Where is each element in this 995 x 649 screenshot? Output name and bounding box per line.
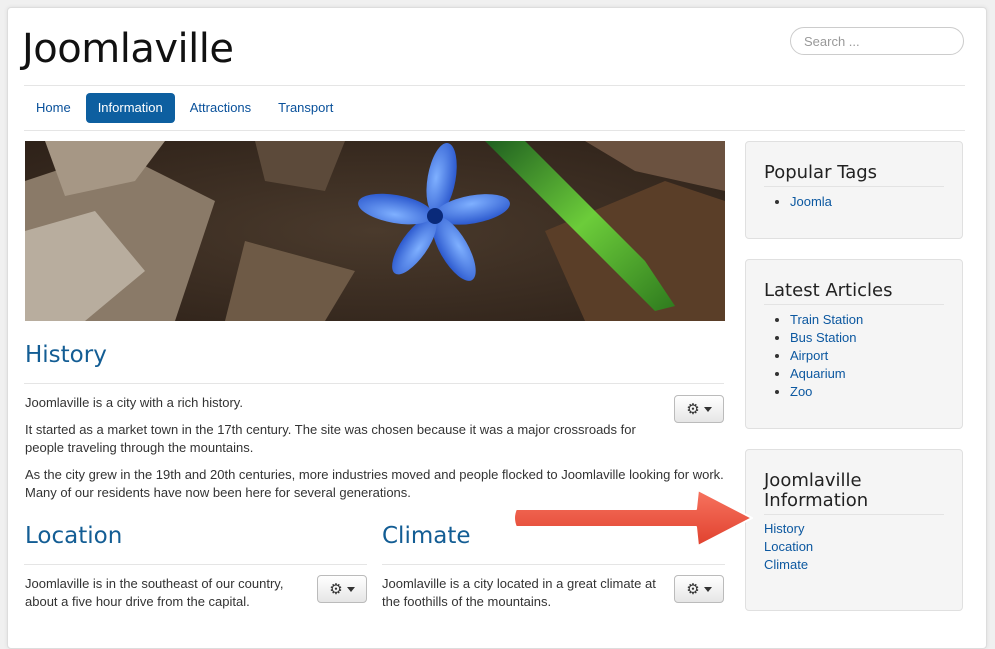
nav-item-attractions[interactable]: Attractions — [178, 93, 263, 123]
article-link-airport[interactable]: Airport — [790, 348, 828, 363]
module-divider — [764, 514, 944, 515]
location-heading[interactable]: Location — [25, 523, 122, 549]
nav-item-home[interactable]: Home — [24, 93, 83, 123]
module-divider — [764, 186, 944, 187]
module-divider — [764, 304, 944, 305]
nav-item-information[interactable]: Information — [85, 93, 175, 123]
article-link-zoo[interactable]: Zoo — [790, 384, 812, 399]
info-module: Joomlaville Information History Location… — [745, 449, 963, 611]
climate-divider — [382, 564, 725, 565]
info-links-list: History Location Climate — [764, 520, 813, 574]
location-paragraph: Joomlaville is in the southeast of our c… — [25, 576, 284, 609]
tag-link-joomla[interactable]: Joomla — [790, 194, 832, 209]
location-actions-button[interactable]: ⚙ — [317, 575, 367, 603]
climate-paragraph: Joomlaville is a city located in a great… — [382, 576, 656, 609]
chevron-down-icon — [703, 586, 712, 592]
climate-actions-button[interactable]: ⚙ — [674, 575, 724, 603]
nav-item-transport[interactable]: Transport — [266, 93, 345, 123]
history-divider — [24, 383, 724, 384]
location-divider — [24, 564, 367, 565]
list-item: Location — [764, 538, 813, 556]
list-item: Joomla — [790, 193, 832, 211]
history-paragraph-1: Joomlaville is a city with a rich histor… — [25, 395, 243, 410]
gear-icon: ⚙ — [329, 581, 343, 598]
list-item: Train Station — [790, 311, 863, 329]
list-item: Airport — [790, 347, 863, 365]
history-paragraph-2: It started as a market town in the 17th … — [25, 422, 636, 455]
latest-articles-module: Latest Articles Train Station Bus Statio… — [745, 259, 963, 429]
list-item: Aquarium — [790, 365, 863, 383]
chevron-down-icon — [703, 406, 712, 412]
list-item: Climate — [764, 556, 813, 574]
history-heading[interactable]: History — [25, 342, 107, 368]
popular-tags-title: Popular Tags — [764, 162, 878, 183]
main-nav: Home Information Attractions Transport — [24, 93, 348, 123]
article-link-train-station[interactable]: Train Station — [790, 312, 863, 327]
header-divider — [24, 85, 965, 86]
latest-articles-list: Train Station Bus Station Airport Aquari… — [790, 311, 863, 401]
gear-icon: ⚙ — [686, 581, 700, 598]
info-module-title: Joomlaville Information — [764, 470, 869, 511]
right-arrow-annotation-icon — [513, 489, 753, 547]
article-link-bus-station[interactable]: Bus Station — [790, 330, 857, 345]
search-input[interactable] — [790, 27, 964, 55]
hero-image — [25, 141, 725, 321]
popular-tags-module: Popular Tags Joomla — [745, 141, 963, 239]
history-actions-button[interactable]: ⚙ — [674, 395, 724, 423]
gear-icon: ⚙ — [686, 401, 700, 418]
info-link-history[interactable]: History — [764, 521, 804, 536]
list-item: Bus Station — [790, 329, 863, 347]
list-item: Zoo — [790, 383, 863, 401]
popular-tags-list: Joomla — [790, 193, 832, 211]
climate-heading[interactable]: Climate — [382, 523, 471, 549]
info-link-location[interactable]: Location — [764, 539, 813, 554]
site-title[interactable]: Joomlaville — [22, 26, 234, 72]
chevron-down-icon — [346, 586, 355, 592]
latest-articles-title: Latest Articles — [764, 280, 893, 301]
nav-divider — [24, 130, 965, 131]
list-item: History — [764, 520, 813, 538]
info-link-climate[interactable]: Climate — [764, 557, 808, 572]
article-link-aquarium[interactable]: Aquarium — [790, 366, 846, 381]
